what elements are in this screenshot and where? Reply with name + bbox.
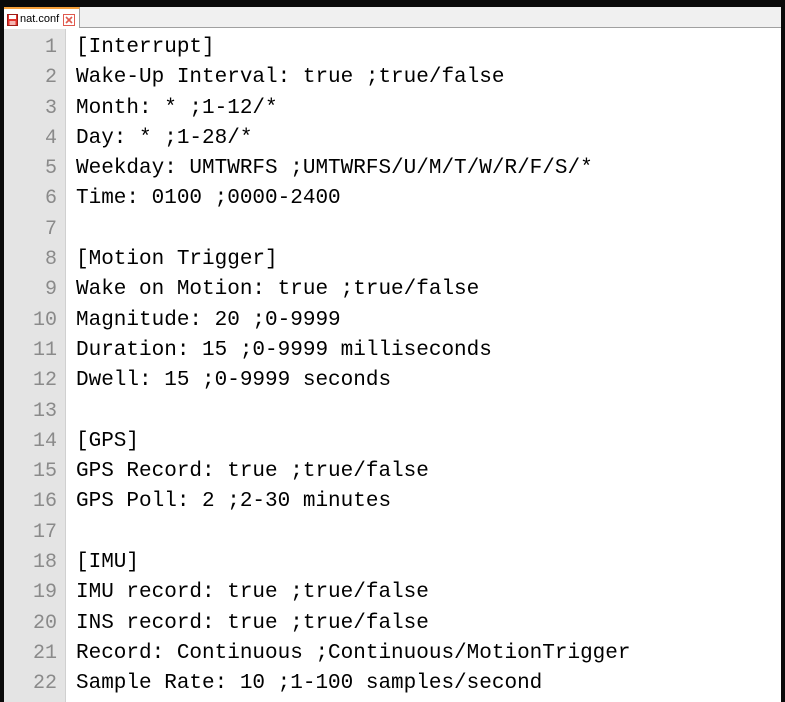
code-line[interactable]: Record: Continuous ;Continuous/MotionTri…	[76, 639, 781, 669]
tab-label: nat.conf	[20, 12, 60, 25]
line-number: 19	[32, 581, 57, 605]
code-line[interactable]: Day: * ;1-28/*	[76, 124, 781, 154]
line-number: 5	[44, 157, 57, 181]
code-line[interactable]: Sample Rate: 10 ;1-100 samples/second	[76, 669, 781, 699]
line-number-gutter: 1234567891011121314151617181920212223	[4, 29, 66, 702]
code-text-area[interactable]: [Interrupt] Wake-Up Interval: true ;true/…	[66, 29, 781, 702]
code-line[interactable]: Wake on Motion: true ;true/false	[76, 275, 781, 305]
line-number: 4	[44, 126, 57, 150]
code-line[interactable]: Month: * ;1-12/*	[76, 94, 781, 124]
code-line[interactable]: Weekday: UMTWRFS ;UMTWRFS/U/M/T/W/R/F/S/…	[76, 154, 781, 184]
line-number: 22	[32, 672, 57, 696]
code-line[interactable]	[76, 215, 781, 245]
floppy-disk-icon	[7, 13, 18, 26]
code-line[interactable]: [IMU]	[76, 548, 781, 578]
code-line[interactable]: Time: 0100 ;0000-2400	[76, 184, 781, 214]
code-line[interactable]: GPS Record: true ;true/false	[76, 457, 781, 487]
line-number: 11	[32, 338, 57, 362]
code-line[interactable]: Duration: 15 ;0-9999 milliseconds	[76, 336, 781, 366]
line-number: 15	[32, 460, 57, 484]
line-number: 2	[44, 66, 57, 90]
code-line[interactable]	[76, 397, 781, 427]
editor-window: nat.conf 1 2 3 4 5 6 7 8 9 10 11 12 13 14 15 16 17 18 19 20…	[0, 0, 785, 702]
code-line[interactable]	[76, 518, 781, 548]
line-number: 13	[32, 399, 57, 423]
line-number: 6	[44, 187, 57, 211]
code-line[interactable]: IMU record: true ;true/false	[76, 578, 781, 608]
line-number: 20	[32, 611, 57, 635]
line-number: 9	[44, 278, 57, 302]
line-number: 3	[44, 96, 57, 120]
code-line[interactable]: [Interrupt]	[76, 33, 781, 63]
code-line[interactable]: Magnitude: 20 ;0-9999	[76, 306, 781, 336]
line-number: 18	[32, 551, 57, 575]
line-number: 21	[32, 641, 57, 665]
line-number: 16	[32, 490, 57, 514]
code-line[interactable]: GPS Poll: 2 ;2-30 minutes	[76, 487, 781, 517]
code-line[interactable]: Wake-Up Interval: true ;true/false	[76, 63, 781, 93]
line-number: 14	[32, 429, 57, 453]
line-number: 12	[32, 369, 57, 393]
code-line[interactable]: Dwell: 15 ;0-9999 seconds	[76, 366, 781, 396]
line-number: 10	[32, 308, 57, 332]
code-line[interactable]: [GPS]	[76, 427, 781, 457]
tab-bar: nat.conf	[4, 7, 781, 28]
line-number: 8	[44, 248, 57, 272]
close-icon[interactable]	[63, 13, 76, 26]
line-number: 7	[44, 217, 57, 241]
code-line[interactable]: [Motion Trigger]	[76, 245, 781, 275]
line-number: 17	[32, 520, 57, 544]
tab-nat-conf[interactable]: nat.conf	[4, 7, 81, 28]
code-line[interactable]: INS record: true ;true/false	[76, 609, 781, 639]
code-editor[interactable]: 1234567891011121314151617181920212223 [I…	[4, 29, 781, 702]
line-number: 1	[44, 36, 57, 59]
